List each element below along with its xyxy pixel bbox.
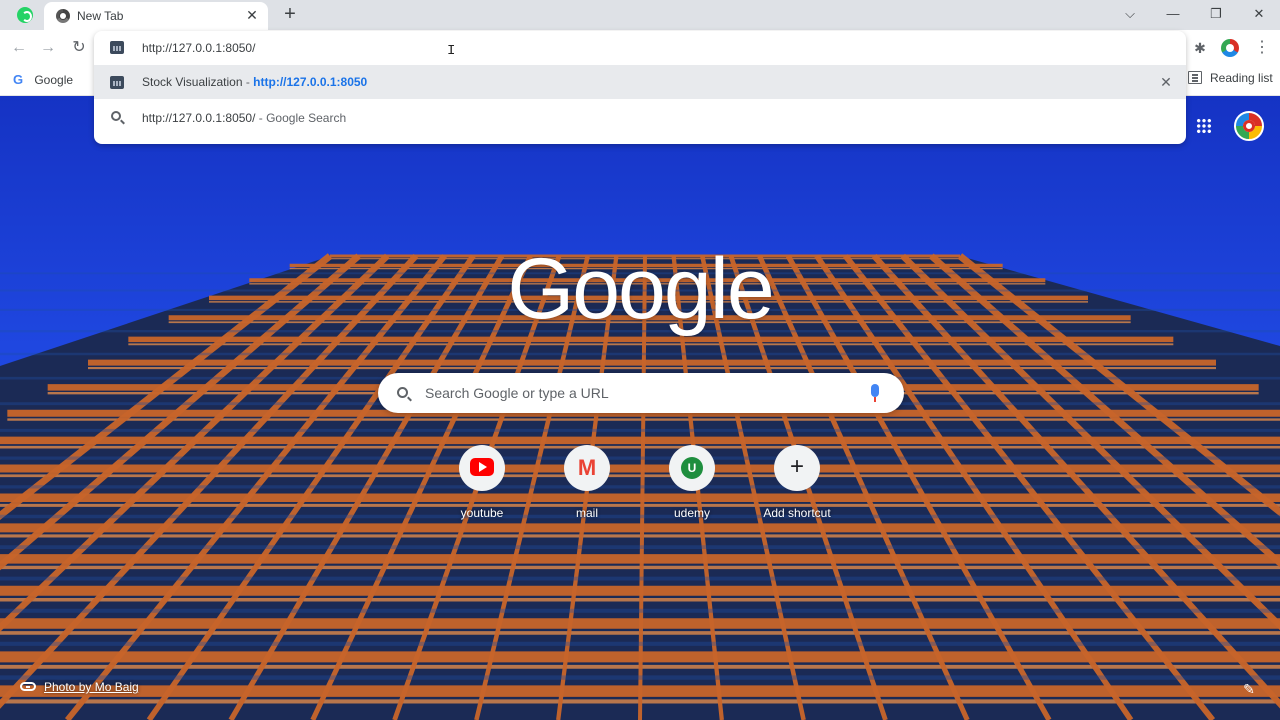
omnibox-suggestion-search[interactable]: http://127.0.0.1:8050/ - Google Search [94, 100, 1186, 134]
profile-extension-icon[interactable] [1221, 39, 1239, 57]
search-icon [397, 387, 408, 398]
suggestion-suffix: - Google Search [255, 111, 347, 125]
site-favicon-icon [110, 76, 124, 89]
udemy-icon: U [681, 457, 703, 479]
bookmark-label: Google [34, 73, 74, 87]
tab-close-button[interactable]: ✕ [244, 7, 260, 23]
apps-grid-icon[interactable] [1196, 118, 1212, 134]
shortcut-label: youtube [460, 506, 504, 520]
search-icon [111, 111, 121, 121]
close-window-button[interactable]: ✕ [1247, 4, 1271, 24]
bookmark-google[interactable]: G Google [13, 72, 73, 87]
suggestion-text: Stock Visualization - http://127.0.0.1:8… [142, 75, 367, 89]
suggestion-query: http://127.0.0.1:8050/ [142, 111, 256, 125]
new-tab-button[interactable]: + [280, 4, 300, 24]
customize-pencil-icon[interactable]: ✎ [1240, 680, 1258, 698]
minimize-button[interactable]: — [1161, 4, 1185, 24]
shortcut-mail[interactable]: M mail [539, 445, 635, 525]
tab-strip: New Tab ✕ + ⌵ — ❐ ✕ [0, 0, 1280, 30]
omnibox-dropdown: I Stock Visualization - http://127.0.0.1… [94, 31, 1186, 144]
shortcut-label: udemy [673, 506, 711, 520]
restore-button[interactable]: ❐ [1204, 4, 1228, 24]
omnibox-suggestion-history[interactable]: Stock Visualization - http://127.0.0.1:8… [94, 65, 1186, 99]
reload-button[interactable]: ↻ [69, 38, 89, 58]
shortcut-label: Add shortcut [763, 506, 831, 520]
tab-title: New Tab [77, 9, 124, 23]
suggestion-separator: - [242, 75, 254, 89]
tab-search-button[interactable]: ⌵ [1118, 4, 1142, 24]
extensions-puzzle-icon[interactable]: ✱ [1191, 39, 1209, 57]
omnibox[interactable]: I [94, 31, 1186, 65]
reading-list-label: Reading list [1210, 71, 1273, 85]
suggestion-text: http://127.0.0.1:8050/ - Google Search [142, 111, 346, 125]
whatsapp-icon[interactable] [17, 7, 33, 23]
text-cursor-icon: I [447, 43, 456, 59]
add-icon: + [789, 453, 804, 480]
shortcut-udemy[interactable]: U udemy [644, 445, 740, 525]
ntp-search-box[interactable] [378, 373, 904, 413]
shortcut-tile: + [774, 445, 820, 491]
shortcut-youtube[interactable]: youtube [434, 445, 530, 525]
shortcut-tile: M [564, 445, 610, 491]
gmail-icon: M [577, 455, 597, 480]
google-logo: Google [507, 241, 774, 337]
suggestion-title: Stock Visualization [142, 75, 243, 89]
shortcut-tile: U [669, 445, 715, 491]
tab-new-tab[interactable]: New Tab ✕ [44, 2, 268, 30]
shortcut-tile [459, 445, 505, 491]
avatar[interactable] [1234, 111, 1264, 141]
address-bar-input[interactable] [142, 38, 1042, 58]
reading-list-button[interactable]: Reading list [1210, 71, 1273, 85]
ntp-search-input[interactable] [425, 383, 855, 403]
shortcut-add[interactable]: + Add shortcut [749, 445, 845, 525]
photo-credit-link[interactable]: Photo by Mo Baig [44, 680, 139, 694]
google-g-icon: G [13, 72, 24, 87]
back-button[interactable]: ← [9, 38, 29, 58]
microphone-icon[interactable] [871, 384, 879, 402]
chrome-menu-button[interactable]: ⋮ [1254, 38, 1270, 58]
reading-list-icon [1188, 71, 1202, 84]
forward-button[interactable]: → [38, 38, 58, 58]
suggestion-url: http://127.0.0.1:8050 [253, 75, 368, 89]
link-icon [20, 682, 36, 691]
shortcut-label: mail [575, 506, 598, 520]
chrome-icon [56, 9, 70, 23]
site-favicon-icon [110, 41, 124, 54]
youtube-icon [470, 458, 494, 476]
remove-suggestion-button[interactable]: ✕ [1158, 74, 1174, 90]
